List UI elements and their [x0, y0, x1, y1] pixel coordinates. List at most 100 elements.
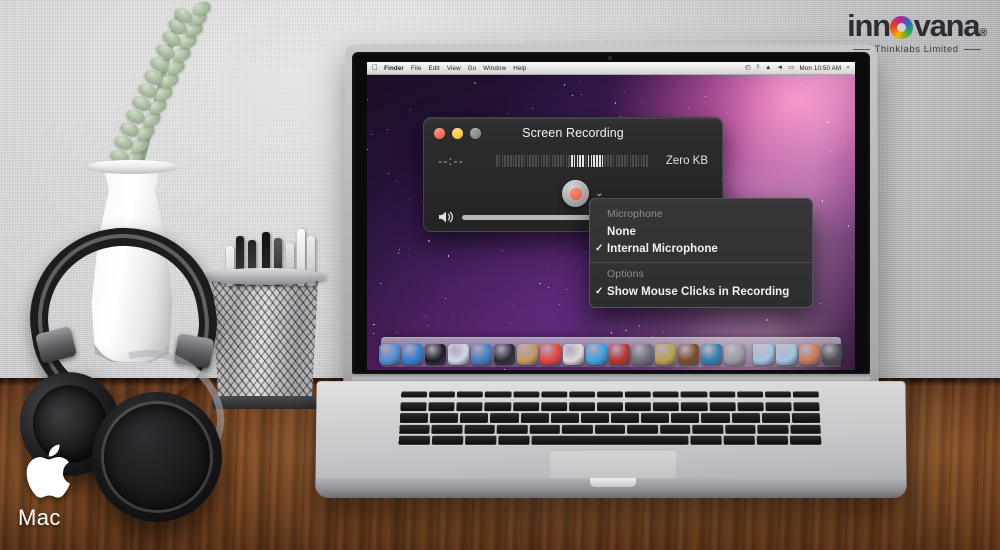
keyboard-key[interactable] [789, 424, 821, 434]
keyboard-key[interactable] [690, 435, 722, 445]
keyboard-key[interactable] [428, 402, 455, 412]
keyboard-key[interactable] [597, 402, 624, 412]
itunes-icon[interactable] [586, 344, 607, 365]
dropdown-item-none[interactable]: None [590, 223, 812, 240]
battery-icon[interactable]: ▭ [788, 64, 794, 72]
keyboard-key[interactable] [764, 391, 792, 398]
preview-icon[interactable] [563, 344, 584, 365]
keyboard-key[interactable] [731, 413, 760, 423]
keyboard-key[interactable] [513, 391, 540, 398]
volume-icon[interactable]: ◄ [777, 64, 784, 72]
garageband-icon[interactable] [678, 344, 699, 365]
spotlight-search-icon[interactable]: ⌕ [846, 64, 850, 72]
keyboard-key[interactable] [460, 413, 489, 423]
imovie-icon[interactable] [632, 344, 653, 365]
keyboard-key[interactable] [625, 391, 652, 398]
keyboard-key[interactable] [399, 424, 431, 434]
keyboard-key[interactable] [568, 402, 596, 412]
bluetooth-icon[interactable]: ᛡ [756, 64, 760, 72]
keyboard-key[interactable] [641, 413, 670, 423]
menu-item-go[interactable]: Go [468, 65, 477, 72]
keyboard-key[interactable] [680, 391, 708, 398]
menu-item-window[interactable]: Window [483, 65, 506, 72]
keyboard-key[interactable] [757, 424, 789, 434]
finder-icon[interactable] [379, 344, 400, 365]
menu-item-edit[interactable]: Edit [429, 65, 440, 72]
keyboard-key[interactable] [737, 402, 764, 412]
keyboard-key[interactable] [569, 391, 596, 398]
keyboard-key[interactable] [431, 424, 463, 434]
keyboard-key[interactable] [580, 413, 609, 423]
keyboard-key[interactable] [692, 424, 724, 434]
keyboard-key[interactable] [496, 424, 528, 434]
mail-icon[interactable] [448, 344, 469, 365]
facetime-icon[interactable] [494, 344, 515, 365]
keyboard-key[interactable] [490, 413, 519, 423]
keyboard-key[interactable] [400, 402, 427, 412]
keyboard-key[interactable] [627, 424, 658, 434]
keyboard-key[interactable] [681, 402, 708, 412]
keyboard-key[interactable] [791, 413, 821, 423]
downloads-folder-icon[interactable] [753, 344, 774, 365]
itunes-alt-icon[interactable] [701, 344, 722, 365]
keyboard-key[interactable] [652, 391, 680, 398]
safari-icon[interactable] [471, 344, 492, 365]
keyboard-key[interactable] [531, 435, 689, 445]
keyboard-key[interactable] [431, 435, 464, 445]
wifi-icon[interactable]: ▲ [765, 64, 772, 72]
address-book-icon[interactable] [517, 344, 538, 365]
keyboard-key[interactable] [398, 435, 431, 445]
keyboard-key[interactable] [541, 391, 568, 398]
keyboard-key[interactable] [709, 402, 736, 412]
keyboard-key[interactable] [429, 413, 459, 423]
keyboard-key[interactable] [401, 391, 428, 398]
menu-item-help[interactable]: Help [513, 65, 526, 72]
ical-icon[interactable] [540, 344, 561, 365]
app-store-icon[interactable] [402, 344, 423, 365]
laptop-trackpad[interactable] [549, 449, 677, 479]
keyboard-key[interactable] [465, 435, 497, 445]
keyboard-key[interactable] [793, 402, 820, 412]
keyboard-key[interactable] [625, 402, 652, 412]
keyboard-key[interactable] [701, 413, 730, 423]
documents-folder-icon[interactable] [776, 344, 797, 365]
keyboard-key[interactable] [562, 424, 593, 434]
keyboard-key[interactable] [429, 391, 456, 398]
dashboard-icon[interactable] [425, 344, 446, 365]
keyboard-key[interactable] [610, 413, 640, 423]
keyboard-key[interactable] [723, 435, 755, 445]
menu-item-finder[interactable]: Finder [384, 65, 404, 72]
iphoto-icon[interactable] [609, 344, 630, 365]
keyboard-key[interactable] [550, 413, 579, 423]
keyboard-key[interactable] [671, 413, 700, 423]
menu-item-view[interactable]: View [447, 65, 461, 72]
magazines-icon[interactable] [799, 344, 820, 365]
trash-icon[interactable] [822, 344, 843, 365]
keyboard-key[interactable] [761, 413, 791, 423]
keyboard-key[interactable] [597, 391, 624, 398]
keyboard-key[interactable] [498, 435, 530, 445]
keyboard-key[interactable] [659, 424, 691, 434]
apple-menu-icon[interactable]:  [372, 64, 378, 72]
keyboard-key[interactable] [756, 435, 789, 445]
keyboard-key[interactable] [708, 391, 736, 398]
keyboard-key[interactable] [594, 424, 626, 434]
keyboard-key[interactable] [399, 413, 429, 423]
keyboard-key[interactable] [540, 402, 568, 412]
keyboard-key[interactable] [653, 402, 680, 412]
timemachine-icon[interactable]: ◴ [745, 64, 751, 72]
keyboard-key[interactable] [736, 391, 764, 398]
keyboard-key[interactable] [724, 424, 756, 434]
keyboard-key[interactable] [464, 424, 496, 434]
iphoto-star-icon[interactable] [655, 344, 676, 365]
keyboard-key[interactable] [456, 402, 483, 412]
menu-item-file[interactable]: File [411, 65, 422, 72]
dropdown-item-show-mouse-clicks[interactable]: ✓ Show Mouse Clicks in Recording [590, 283, 812, 300]
menu-bar-clock[interactable]: Mon 10:50 AM [800, 65, 842, 72]
laptop-keyboard[interactable] [398, 391, 822, 445]
keyboard-key[interactable] [484, 402, 511, 412]
system-preferences-icon[interactable] [724, 344, 745, 365]
keyboard-key[interactable] [520, 413, 549, 423]
keyboard-key[interactable] [765, 402, 792, 412]
keyboard-key[interactable] [789, 435, 822, 445]
